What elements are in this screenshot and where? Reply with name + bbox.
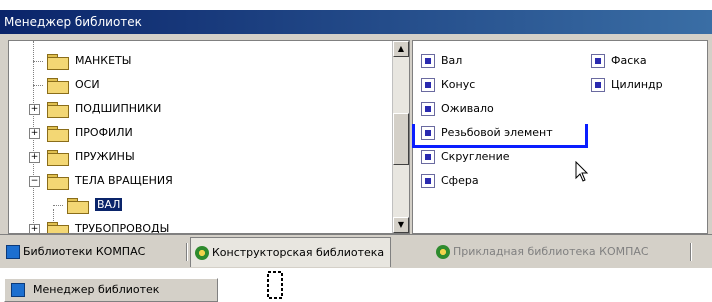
list-item-konus[interactable]: Конус	[421, 75, 475, 95]
tree-item-podshipniki[interactable]: + ПОДШИПНИКИ	[17, 97, 161, 121]
folder-icon	[47, 125, 69, 142]
list-item-val[interactable]: Вал	[421, 51, 462, 71]
folder-icon	[47, 77, 69, 94]
folder-icon	[47, 221, 69, 233]
expand-plus-icon[interactable]: +	[29, 152, 40, 163]
tree-item-osi[interactable]: ОСИ	[33, 73, 100, 97]
ogive-icon	[421, 102, 435, 116]
tree-scrollbar[interactable]: ▲ ▼	[392, 41, 409, 233]
cylinder-icon	[591, 78, 605, 92]
tree-item-label: ВАЛ	[95, 198, 123, 211]
scroll-up-button[interactable]: ▲	[393, 41, 409, 57]
library-manager-window: Менеджер библиотек МАНКЕТЫ ОСИ + ПОДШИПН…	[0, 0, 712, 302]
scroll-down-button[interactable]: ▼	[393, 217, 409, 233]
folder-icon	[47, 149, 69, 166]
fillet-icon	[421, 150, 435, 164]
folder-icon	[47, 101, 69, 118]
list-item-faska[interactable]: Фаска	[591, 51, 647, 71]
taskbar: Менеджер библиотек	[0, 268, 712, 302]
list-item-label: Конус	[441, 78, 476, 91]
tree-item-val[interactable]: ВАЛ	[53, 193, 123, 217]
tree-item-pruzhiny[interactable]: + ПРУЖИНЫ	[17, 145, 135, 169]
list-item-sfera[interactable]: Сфера	[421, 171, 479, 191]
sphere-icon	[421, 174, 435, 188]
taskbar-library-manager-button[interactable]: Менеджер библиотек	[4, 278, 218, 302]
library-tabs: Библиотеки КОМПАС Конструкторская библио…	[0, 234, 712, 269]
expand-plus-icon[interactable]: +	[29, 128, 40, 139]
tree-item-label: МАНКЕТЫ	[75, 54, 132, 67]
scroll-thumb[interactable]	[393, 113, 409, 165]
tree-connector	[33, 85, 43, 86]
tree-item-tela-vrashcheniya[interactable]: − ТЕЛА ВРАЩЕНИЯ	[17, 169, 173, 193]
gear-icon	[436, 245, 450, 259]
library-tree-panel[interactable]: МАНКЕТЫ ОСИ + ПОДШИПНИКИ + ПРОФИЛИ + ПРУ…	[8, 40, 410, 234]
window-title: Менеджер библиотек	[4, 15, 142, 29]
list-item-label: Скругление	[441, 150, 510, 163]
library-tree: МАНКЕТЫ ОСИ + ПОДШИПНИКИ + ПРОФИЛИ + ПРУ…	[9, 41, 393, 233]
tab-separator	[690, 243, 692, 261]
tree-item-label: ОСИ	[75, 78, 100, 91]
tree-item-truboprovody[interactable]: + ТРУБОПРОВОДЫ	[17, 217, 169, 233]
book-icon	[6, 245, 20, 259]
list-item-label: Сфера	[441, 174, 479, 187]
tab-label: Библиотеки КОМПАС	[23, 245, 146, 258]
list-item-label: Оживало	[441, 102, 494, 115]
tab-label: Конструкторская библиотека	[212, 246, 385, 259]
expand-plus-icon[interactable]: +	[29, 104, 40, 115]
cone-icon	[421, 78, 435, 92]
mouse-pointer-icon	[575, 161, 589, 182]
top-margin	[0, 0, 712, 10]
book-icon	[11, 283, 25, 297]
tab-separator	[186, 243, 188, 261]
folder-open-icon	[47, 173, 69, 190]
tree-item-label: ПРУЖИНЫ	[75, 150, 135, 163]
tree-item-profili[interactable]: + ПРОФИЛИ	[17, 121, 133, 145]
list-item-tsilindr[interactable]: Цилиндр	[591, 75, 663, 95]
taskbar-button-label: Менеджер библиотек	[33, 283, 160, 296]
list-item-ozhivalo[interactable]: Оживало	[421, 99, 494, 119]
highlight-annotation	[412, 124, 588, 148]
tree-item-label: ТРУБОПРОВОДЫ	[75, 222, 170, 233]
collapse-minus-icon[interactable]: −	[29, 176, 40, 187]
list-item-label: Фаска	[611, 54, 647, 67]
gear-icon	[195, 246, 209, 260]
drag-cursor-icon	[267, 271, 283, 299]
tree-connector	[53, 205, 63, 206]
tab-kompas-libraries[interactable]: Библиотеки КОМПАС	[2, 239, 151, 265]
list-item-label: Цилиндр	[611, 78, 663, 91]
list-item-skruglenie[interactable]: Скругление	[421, 147, 510, 167]
tree-connector	[33, 61, 43, 62]
window-title-bar: Менеджер библиотек	[0, 10, 712, 34]
folder-open-icon	[67, 197, 89, 214]
tree-item-label: ПОДШИПНИКИ	[75, 102, 162, 115]
list-item-label: Вал	[441, 54, 463, 67]
tree-item-label: ПРОФИЛИ	[75, 126, 133, 139]
tab-label: Прикладная библиотека КОМПАС	[453, 245, 649, 258]
tree-item-label: ТЕЛА ВРАЩЕНИЯ	[75, 174, 173, 187]
tree-item-manzhety[interactable]: МАНКЕТЫ	[33, 49, 132, 73]
expand-plus-icon[interactable]: +	[29, 224, 40, 233]
tab-design-library[interactable]: Конструкторская библиотека	[190, 237, 392, 267]
tab-applied-library[interactable]: Прикладная библиотека КОМПАС	[432, 239, 655, 265]
shaft-icon	[421, 54, 435, 68]
folder-icon	[47, 53, 69, 70]
chamfer-icon	[591, 54, 605, 68]
